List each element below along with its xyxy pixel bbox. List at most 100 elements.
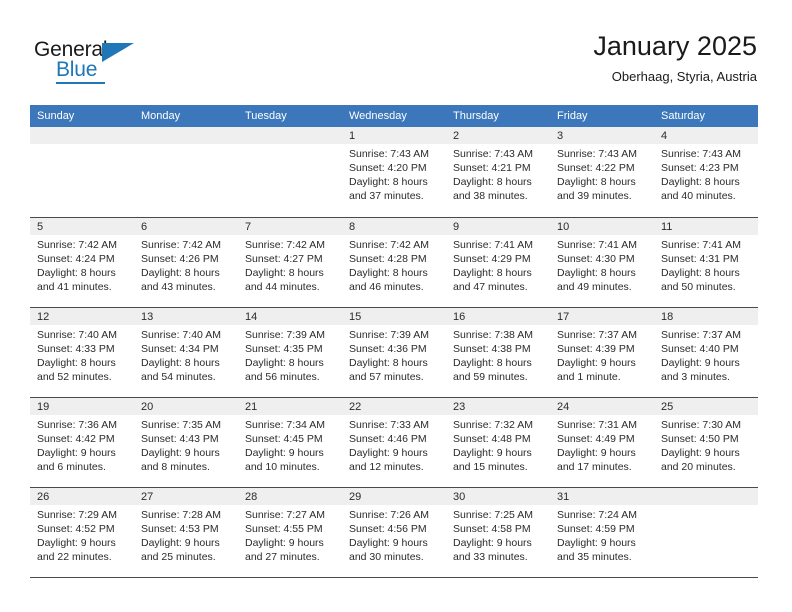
day-number (654, 487, 758, 505)
sunrise-text: Sunrise: 7:40 AM (141, 328, 221, 341)
daylight-text-cont: and 43 minutes. (141, 280, 216, 293)
calendar-day-cell[interactable]: 30 Sunrise: 7:25 AM Sunset: 4:58 PM Dayligh… (446, 486, 550, 578)
day-number (238, 127, 342, 144)
calendar-day-cell[interactable]: 25 Sunrise: 7:30 AM Sunset: 4:50 PM Dayligh… (654, 396, 758, 487)
calendar-day-cell[interactable]: 5 Sunrise: 7:42 AM Sunset: 4:24 PM Daylight… (30, 216, 134, 307)
general-blue-logo[interactable]: General Blue (34, 38, 154, 86)
sunrise-text: Sunrise: 7:43 AM (349, 148, 429, 160)
calendar-day-cell[interactable]: 18 Sunrise: 7:37 AM Sunset: 4:40 PM Dayligh… (654, 306, 758, 397)
daylight-text: Daylight: 9 hours (141, 446, 220, 459)
sunrise-text: Sunrise: 7:31 AM (557, 418, 637, 431)
calendar-day-cell[interactable]: 8 Sunrise: 7:42 AM Sunset: 4:28 PM Daylight… (342, 216, 446, 307)
calendar-day-cell[interactable]: 7 Sunrise: 7:42 AM Sunset: 4:27 PM Daylight… (238, 216, 342, 307)
calendar-day-cell[interactable]: 2 Sunrise: 7:43 AM Sunset: 4:21 PM Daylight… (446, 127, 550, 217)
daylight-text: Daylight: 9 hours (245, 536, 324, 549)
day-details: Sunrise: 7:41 AM Sunset: 4:31 PM Daylight:… (654, 235, 758, 294)
daylight-text-cont: and 12 minutes. (349, 460, 424, 473)
daylight-text: Daylight: 9 hours (557, 536, 636, 549)
day-details: Sunrise: 7:25 AM Sunset: 4:58 PM Daylight:… (446, 505, 550, 564)
day-number: 1 (342, 127, 446, 144)
daylight-text: Daylight: 8 hours (453, 266, 532, 279)
calendar-day-cell[interactable]: 23 Sunrise: 7:32 AM Sunset: 4:48 PM Dayligh… (446, 396, 550, 487)
calendar-day-cell[interactable]: 20 Sunrise: 7:35 AM Sunset: 4:43 PM Dayligh… (134, 396, 238, 487)
daylight-text: Daylight: 8 hours (661, 266, 740, 279)
calendar-day-cell[interactable]: 13 Sunrise: 7:40 AM Sunset: 4:34 PM Dayligh… (134, 306, 238, 397)
calendar-day-cell[interactable]: 12 Sunrise: 7:40 AM Sunset: 4:33 PM Dayligh… (30, 306, 134, 397)
daylight-text-cont: and 56 minutes. (245, 370, 320, 383)
day-details: Sunrise: 7:36 AM Sunset: 4:42 PM Daylight:… (30, 415, 134, 474)
day-details: Sunrise: 7:42 AM Sunset: 4:24 PM Daylight:… (30, 235, 134, 294)
sunset-text: Sunset: 4:23 PM (661, 162, 739, 174)
day-number: 9 (446, 217, 550, 235)
calendar-week-row: 1 Sunrise: 7:43 AM Sunset: 4:20 PM Daylight… (30, 127, 758, 217)
logo-text-blue: Blue (56, 58, 98, 81)
sunrise-sunset-calendar-table: Sunday Monday Tuesday Wednesday Thursday… (30, 105, 758, 578)
day-details: Sunrise: 7:34 AM Sunset: 4:45 PM Daylight:… (238, 415, 342, 474)
sunrise-text: Sunrise: 7:32 AM (453, 418, 533, 431)
calendar-day-cell[interactable]: 3 Sunrise: 7:43 AM Sunset: 4:22 PM Daylight… (550, 127, 654, 217)
daylight-text-cont: and 3 minutes. (661, 370, 730, 383)
daylight-text-cont: and 52 minutes. (37, 370, 112, 383)
sunrise-text: Sunrise: 7:41 AM (557, 238, 637, 251)
day-number: 25 (654, 397, 758, 415)
calendar-day-cell[interactable]: 16 Sunrise: 7:38 AM Sunset: 4:38 PM Dayligh… (446, 306, 550, 397)
weekday-header-thursday: Thursday (446, 105, 550, 127)
daylight-text-cont: and 44 minutes. (245, 280, 320, 293)
sunset-text: Sunset: 4:20 PM (349, 162, 427, 174)
sunrise-text: Sunrise: 7:36 AM (37, 418, 117, 431)
daylight-text: Daylight: 8 hours (557, 176, 636, 188)
calendar-day-cell[interactable]: 29 Sunrise: 7:26 AM Sunset: 4:56 PM Dayligh… (342, 486, 446, 578)
daylight-text-cont: and 37 minutes. (349, 190, 424, 202)
daylight-text: Daylight: 8 hours (453, 176, 532, 188)
sunset-text: Sunset: 4:43 PM (141, 432, 219, 445)
daylight-text: Daylight: 9 hours (557, 446, 636, 459)
day-details: Sunrise: 7:43 AM Sunset: 4:20 PM Daylight:… (342, 144, 446, 203)
calendar-day-cell[interactable]: 19 Sunrise: 7:36 AM Sunset: 4:42 PM Dayligh… (30, 396, 134, 487)
sunrise-text: Sunrise: 7:43 AM (557, 148, 637, 160)
daylight-text-cont: and 17 minutes. (557, 460, 632, 473)
sunset-text: Sunset: 4:26 PM (141, 252, 219, 265)
day-details: Sunrise: 7:41 AM Sunset: 4:29 PM Daylight:… (446, 235, 550, 294)
calendar-day-cell[interactable]: 9 Sunrise: 7:41 AM Sunset: 4:29 PM Daylight… (446, 216, 550, 307)
calendar-day-cell[interactable]: 15 Sunrise: 7:39 AM Sunset: 4:36 PM Dayligh… (342, 306, 446, 397)
sunrise-text: Sunrise: 7:33 AM (349, 418, 429, 431)
calendar-day-cell[interactable]: 17 Sunrise: 7:37 AM Sunset: 4:39 PM Dayligh… (550, 306, 654, 397)
calendar-day-cell[interactable]: 28 Sunrise: 7:27 AM Sunset: 4:55 PM Dayligh… (238, 486, 342, 578)
sunrise-text: Sunrise: 7:39 AM (245, 328, 325, 341)
calendar-day-cell[interactable]: 4 Sunrise: 7:43 AM Sunset: 4:23 PM Daylight… (654, 127, 758, 217)
calendar-day-cell[interactable]: 31 Sunrise: 7:24 AM Sunset: 4:59 PM Dayligh… (550, 486, 654, 578)
calendar-day-cell[interactable]: 21 Sunrise: 7:34 AM Sunset: 4:45 PM Dayligh… (238, 396, 342, 487)
weekday-header-wednesday: Wednesday (342, 105, 446, 127)
calendar-day-cell[interactable]: 27 Sunrise: 7:28 AM Sunset: 4:53 PM Dayligh… (134, 486, 238, 578)
calendar-day-cell[interactable]: 24 Sunrise: 7:31 AM Sunset: 4:49 PM Dayligh… (550, 396, 654, 487)
sunrise-text: Sunrise: 7:30 AM (661, 418, 741, 431)
sunset-text: Sunset: 4:46 PM (349, 432, 427, 445)
sunset-text: Sunset: 4:56 PM (349, 522, 427, 535)
page-title: January 2025 (593, 31, 757, 61)
day-details: Sunrise: 7:31 AM Sunset: 4:49 PM Daylight:… (550, 415, 654, 474)
calendar-day-cell[interactable]: 6 Sunrise: 7:42 AM Sunset: 4:26 PM Daylight… (134, 216, 238, 307)
sunrise-text: Sunrise: 7:37 AM (557, 328, 637, 341)
calendar-day-cell[interactable]: 10 Sunrise: 7:41 AM Sunset: 4:30 PM Dayligh… (550, 216, 654, 307)
daylight-text: Daylight: 8 hours (349, 176, 428, 188)
sunset-text: Sunset: 4:27 PM (245, 252, 323, 265)
calendar-day-cell[interactable]: 11 Sunrise: 7:41 AM Sunset: 4:31 PM Dayligh… (654, 216, 758, 307)
calendar-day-cell[interactable]: 1 Sunrise: 7:43 AM Sunset: 4:20 PM Daylight… (342, 127, 446, 217)
sunset-text: Sunset: 4:40 PM (661, 342, 739, 355)
day-number: 4 (654, 127, 758, 144)
calendar-empty-cell (30, 127, 134, 217)
daylight-text-cont: and 57 minutes. (349, 370, 424, 383)
calendar-day-cell[interactable]: 22 Sunrise: 7:33 AM Sunset: 4:46 PM Dayligh… (342, 396, 446, 487)
daylight-text-cont: and 39 minutes. (557, 190, 632, 202)
calendar-week-row: 26 Sunrise: 7:29 AM Sunset: 4:52 PM Dayligh… (30, 486, 758, 578)
sunrise-text: Sunrise: 7:42 AM (37, 238, 117, 251)
day-details: Sunrise: 7:40 AM Sunset: 4:33 PM Daylight:… (30, 325, 134, 384)
sunset-text: Sunset: 4:29 PM (453, 252, 531, 265)
sunset-text: Sunset: 4:38 PM (453, 342, 531, 355)
calendar-day-cell[interactable]: 26 Sunrise: 7:29 AM Sunset: 4:52 PM Dayligh… (30, 486, 134, 578)
daylight-text: Daylight: 8 hours (661, 176, 740, 188)
calendar-day-cell[interactable]: 14 Sunrise: 7:39 AM Sunset: 4:35 PM Dayligh… (238, 306, 342, 397)
day-number: 31 (550, 487, 654, 505)
weekday-header-sunday: Sunday (30, 105, 134, 127)
calendar-empty-cell (238, 127, 342, 217)
